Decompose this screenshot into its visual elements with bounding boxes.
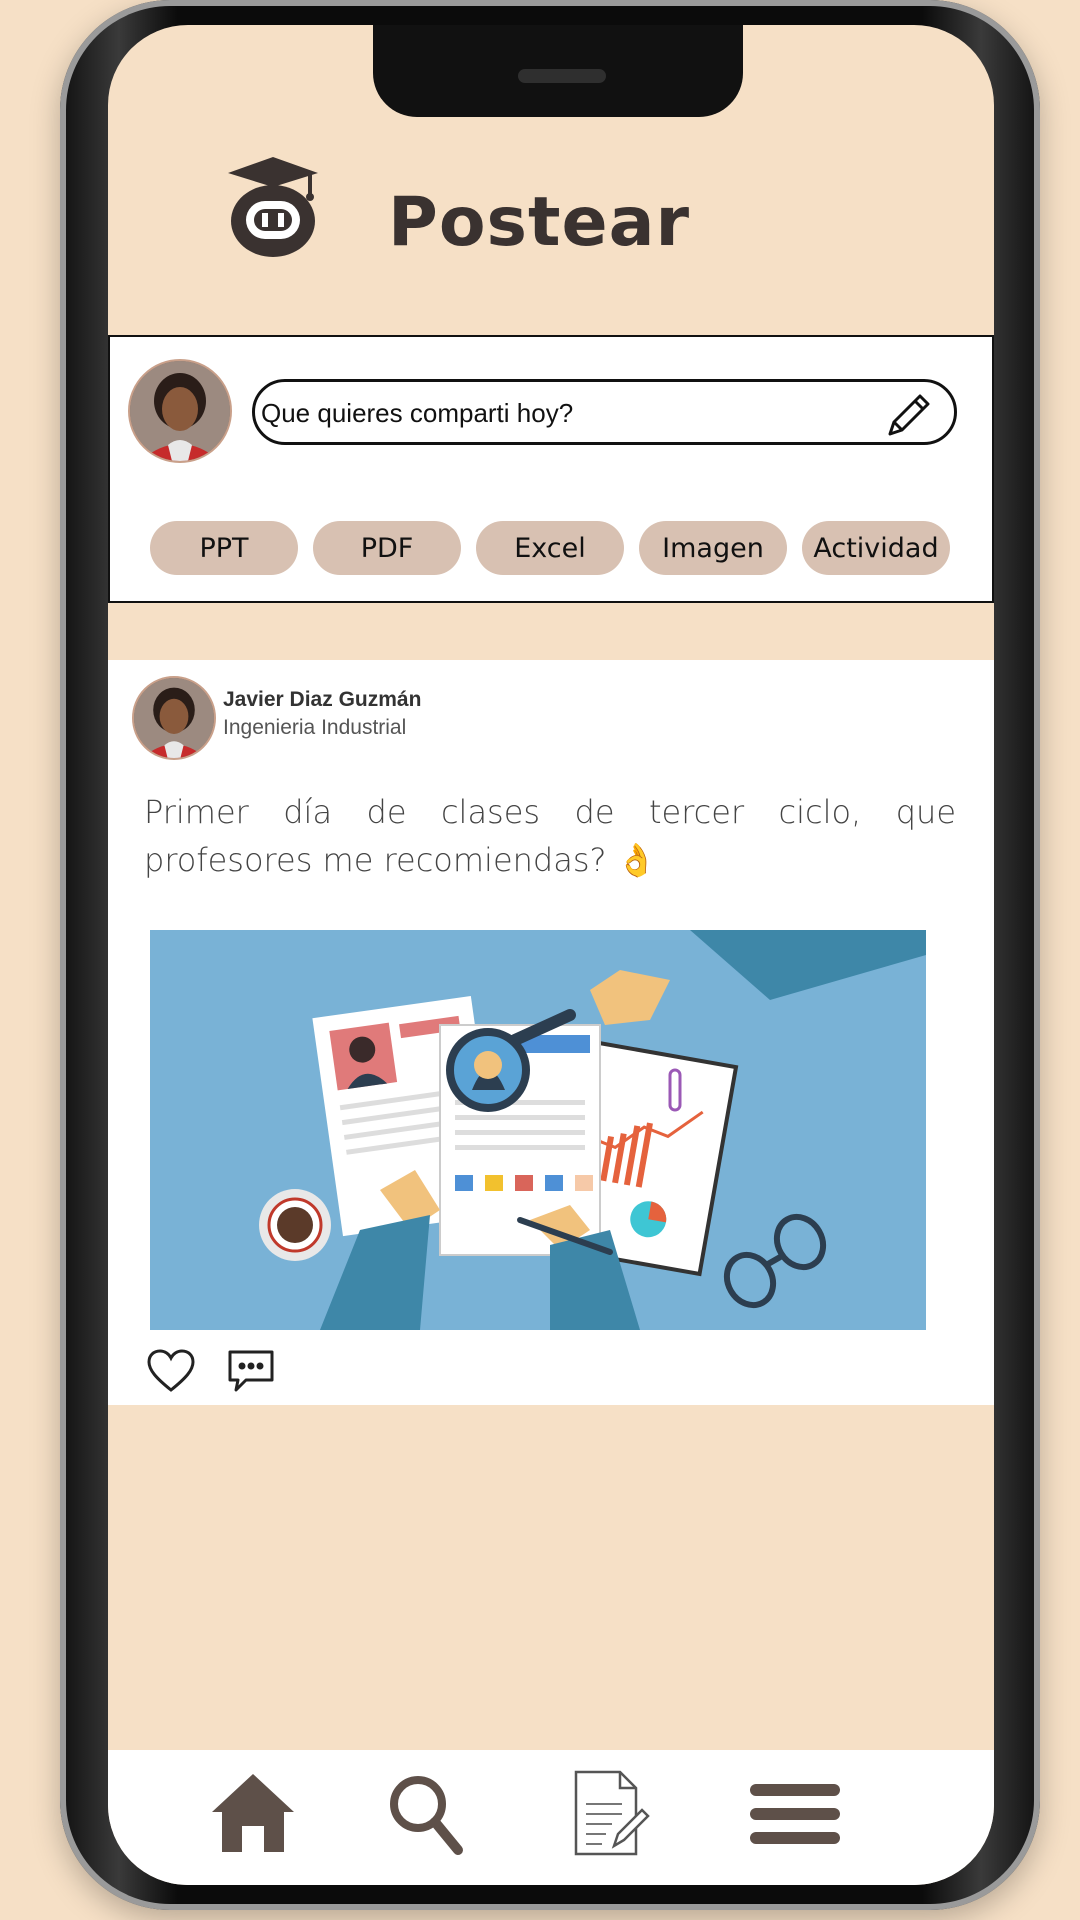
- author-career: Ingenieria Industrial: [223, 716, 407, 739]
- chip-actividad[interactable]: Actividad: [802, 521, 950, 575]
- page-title: Postear: [388, 183, 691, 262]
- heart-icon[interactable]: [146, 1348, 196, 1394]
- document-edit-icon[interactable]: [566, 1768, 656, 1858]
- chip-ppt[interactable]: PPT: [150, 521, 298, 575]
- pencil-icon[interactable]: [882, 388, 936, 442]
- person-icon: [134, 678, 214, 758]
- author-name[interactable]: Javier Diaz Guzmán: [223, 688, 421, 712]
- menu-icon[interactable]: [750, 1768, 840, 1858]
- chip-excel[interactable]: Excel: [476, 521, 624, 575]
- author-avatar[interactable]: [132, 676, 216, 760]
- search-icon[interactable]: [380, 1768, 470, 1858]
- speaker: [518, 69, 606, 83]
- bottom-nav: [108, 1750, 994, 1885]
- attachment-chips: PPT PDF Excel Imagen Actividad: [150, 521, 950, 575]
- post-input[interactable]: [259, 386, 863, 440]
- person-icon: [130, 361, 230, 461]
- app-header: Postear: [108, 155, 994, 295]
- post-input-pill[interactable]: [252, 379, 957, 445]
- post-composer: PPT PDF Excel Imagen Actividad: [108, 335, 994, 603]
- home-icon[interactable]: [208, 1768, 298, 1858]
- resume-review-illustration[interactable]: [150, 930, 926, 1330]
- post-text: Primer día de clases de tercer ciclo, qu…: [144, 793, 956, 879]
- chip-imagen[interactable]: Imagen: [639, 521, 787, 575]
- phone-notch: [373, 25, 743, 117]
- chip-pdf[interactable]: PDF: [313, 521, 461, 575]
- user-avatar[interactable]: [128, 359, 232, 463]
- app-screen: Postear Que quieres comparti hoy? PPT PD…: [108, 25, 994, 1885]
- comment-icon[interactable]: [226, 1348, 276, 1394]
- post-card: Javier Diaz Guzmán Ingenieria Industrial…: [108, 660, 994, 1405]
- phone-frame: Postear Que quieres comparti hoy? PPT PD…: [60, 0, 1040, 1910]
- owl-graduation-cap-icon: [228, 157, 318, 257]
